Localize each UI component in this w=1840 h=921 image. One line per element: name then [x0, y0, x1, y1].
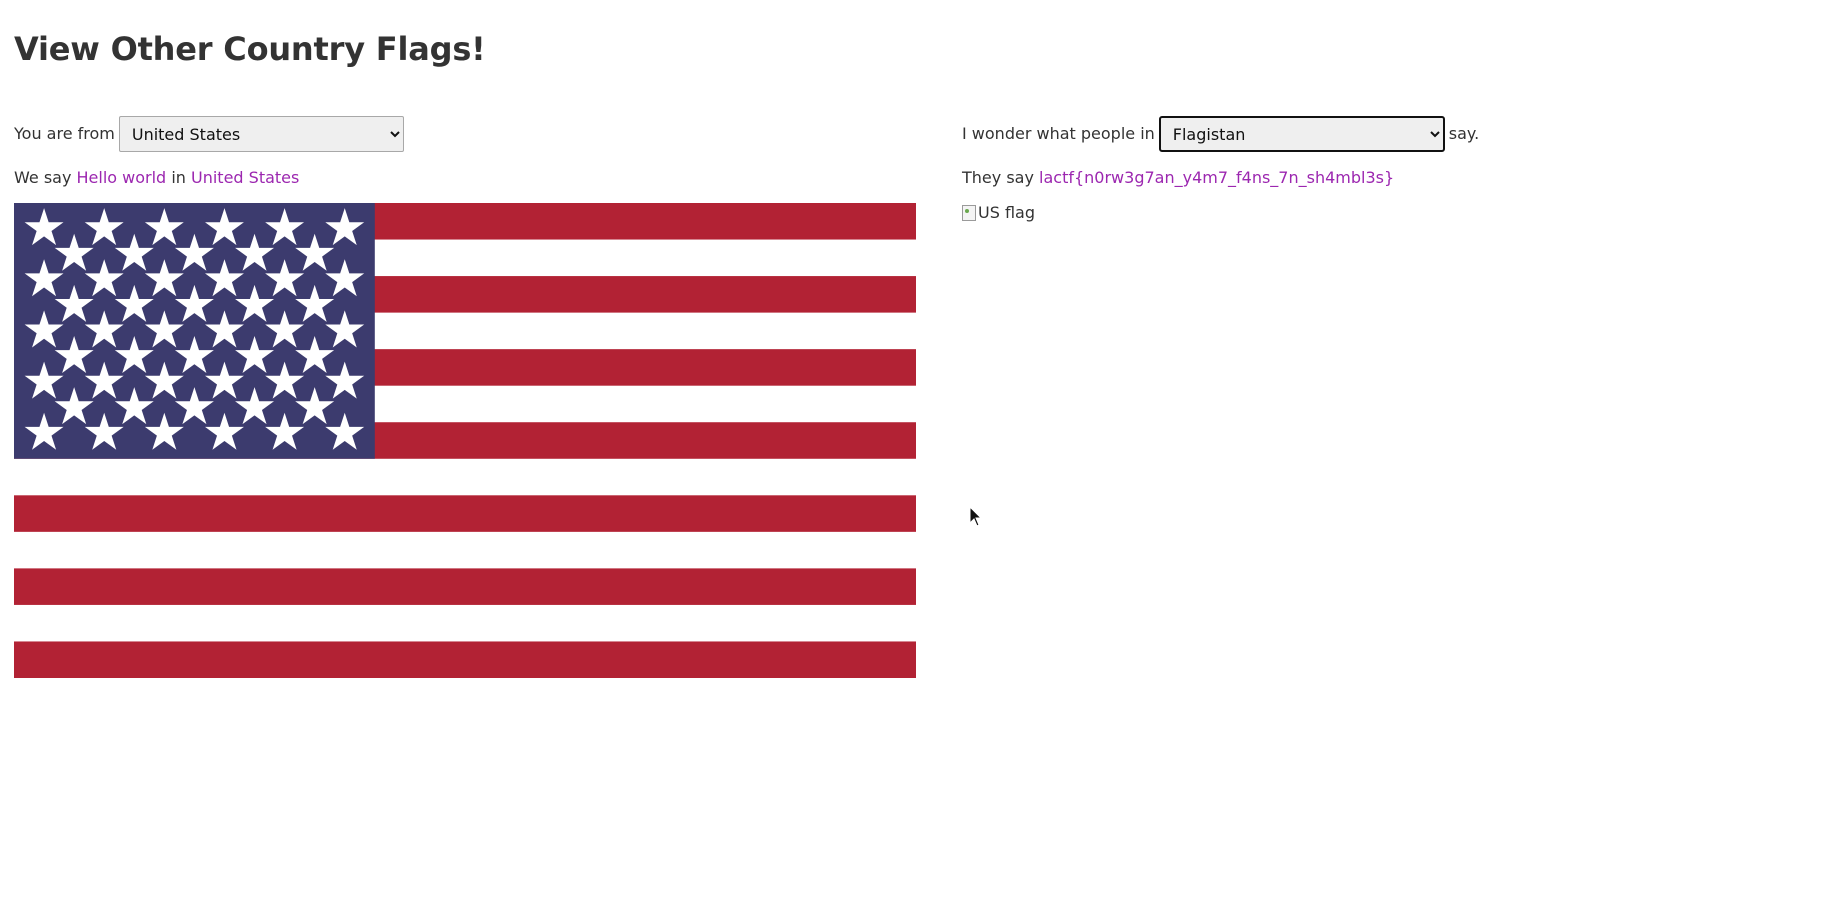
wonder-prefix: I wonder what people in — [962, 124, 1155, 143]
wonder-country-select[interactable]: Flagistan — [1158, 116, 1445, 152]
flag-red-stripe — [14, 568, 916, 605]
us-flag-icon — [14, 203, 916, 678]
broken-flag-image: US flag — [962, 203, 1035, 223]
greeting-link[interactable]: Hello world — [77, 168, 167, 187]
they-say-prefix: They say — [962, 168, 1034, 187]
flag-red-stripe — [14, 495, 916, 532]
in-word: in — [171, 168, 186, 187]
page-title: View Other Country Flags! — [14, 30, 486, 68]
country-link[interactable]: United States — [191, 168, 299, 187]
they-say-line: They say lactf{n0rw3g7an_y4m7_f4ns_7n_sh… — [962, 168, 1394, 188]
broken-image-icon — [962, 205, 976, 221]
page: View Other Country Flags! You are from U… — [0, 0, 1840, 921]
secret-link[interactable]: lactf{n0rw3g7an_y4m7_f4ns_7n_sh4mbl3s} — [1039, 168, 1394, 187]
broken-image-alt: US flag — [978, 203, 1035, 222]
mouse-pointer-icon — [969, 506, 983, 527]
flag-red-stripe — [14, 641, 916, 678]
we-say-line: We say Hello world in United States — [14, 168, 299, 188]
from-row: You are from United States — [14, 116, 404, 152]
from-country-select[interactable]: United States — [118, 116, 404, 152]
us-flag-graphic — [14, 203, 916, 678]
we-say-prefix: We say — [14, 168, 72, 187]
wonder-row: I wonder what people in Flagistan say. — [962, 116, 1479, 152]
wonder-suffix: say. — [1448, 124, 1480, 143]
from-label: You are from — [14, 124, 115, 143]
